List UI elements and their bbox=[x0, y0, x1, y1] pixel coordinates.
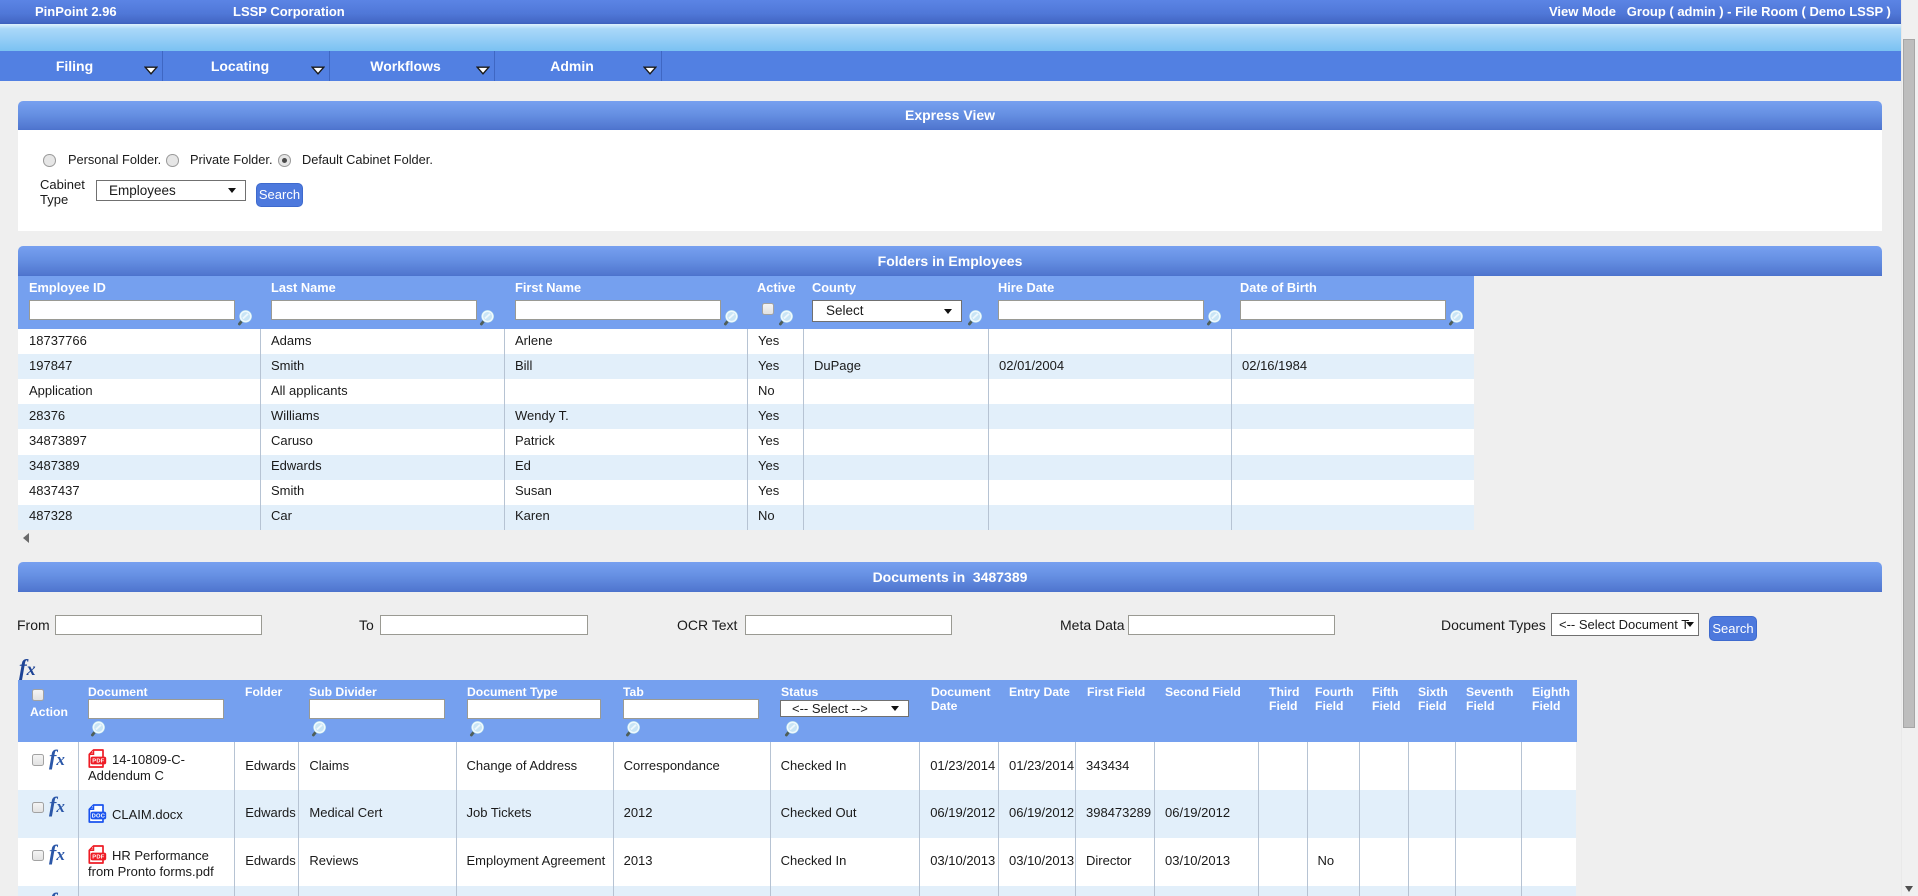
svg-text:PDF: PDF bbox=[92, 854, 104, 860]
svg-text:DOC: DOC bbox=[92, 813, 106, 819]
svg-text:PDF: PDF bbox=[92, 759, 104, 765]
